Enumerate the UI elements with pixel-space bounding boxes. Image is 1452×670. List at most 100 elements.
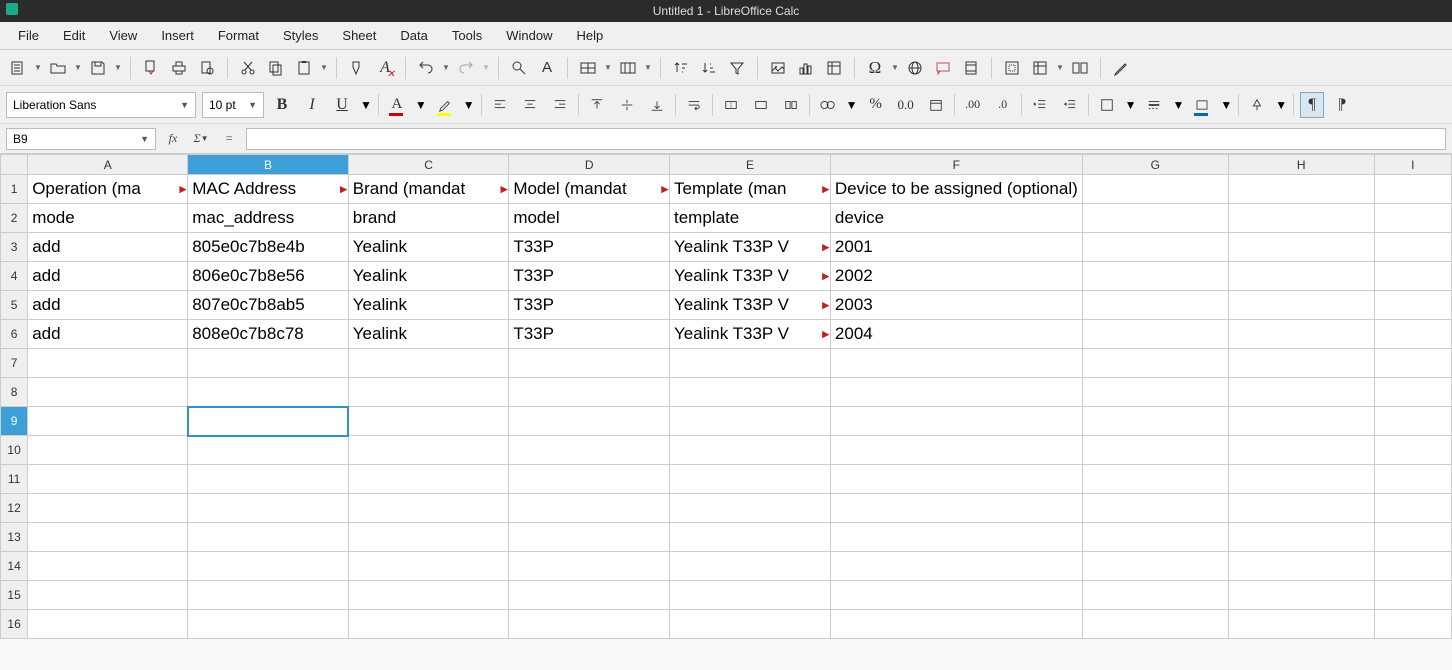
cell-E1[interactable]: Template (man▸ — [670, 175, 831, 204]
decrease-indent-button[interactable] — [1058, 92, 1082, 118]
align-left-button[interactable] — [488, 92, 512, 118]
cell-C14[interactable] — [348, 552, 509, 581]
cell-B4[interactable]: 806e0c7b8e56 — [188, 262, 349, 291]
cell-H3[interactable] — [1228, 233, 1374, 262]
find-icon[interactable] — [507, 56, 531, 80]
cell-I10[interactable] — [1374, 436, 1451, 465]
cell-C15[interactable] — [348, 581, 509, 610]
merge-center-button[interactable] — [749, 92, 773, 118]
cell-E14[interactable] — [670, 552, 831, 581]
row-header-5[interactable]: 5 — [1, 291, 28, 320]
cell-F1[interactable]: Device to be assigned (optional) — [830, 175, 1082, 204]
cell-B15[interactable] — [188, 581, 349, 610]
cell-H5[interactable] — [1228, 291, 1374, 320]
row-header-10[interactable]: 10 — [1, 436, 28, 465]
autofilter-fmt-button[interactable] — [1245, 92, 1269, 118]
cell-G10[interactable] — [1082, 436, 1228, 465]
cell-G14[interactable] — [1082, 552, 1228, 581]
cell-D16[interactable] — [509, 610, 670, 639]
cell-H1[interactable] — [1228, 175, 1374, 204]
column-header-E[interactable]: E — [670, 155, 831, 175]
cell-E10[interactable] — [670, 436, 831, 465]
cell-I9[interactable] — [1374, 407, 1451, 436]
row-icon[interactable] — [576, 56, 600, 80]
insert-image-icon[interactable] — [766, 56, 790, 80]
cell-A3[interactable]: add — [28, 233, 188, 262]
save-dropdown[interactable]: ▼ — [114, 63, 122, 72]
cell-I6[interactable] — [1374, 320, 1451, 349]
freeze-icon[interactable] — [1028, 56, 1052, 80]
border-color-button[interactable] — [1190, 92, 1214, 118]
copy-icon[interactable] — [264, 56, 288, 80]
column-header-F[interactable]: F — [830, 155, 1082, 175]
cell-I14[interactable] — [1374, 552, 1451, 581]
cell-G5[interactable] — [1082, 291, 1228, 320]
row-header-13[interactable]: 13 — [1, 523, 28, 552]
row-header-6[interactable]: 6 — [1, 320, 28, 349]
cut-icon[interactable] — [236, 56, 260, 80]
new-dropdown[interactable]: ▼ — [34, 63, 42, 72]
increase-indent-button[interactable] — [1028, 92, 1052, 118]
row-header-16[interactable]: 16 — [1, 610, 28, 639]
cell-A6[interactable]: add — [28, 320, 188, 349]
cell-A12[interactable] — [28, 494, 188, 523]
menu-tools[interactable]: Tools — [440, 24, 494, 47]
highlight-button[interactable] — [433, 92, 457, 118]
col-dropdown[interactable]: ▼ — [644, 63, 652, 72]
cell-B13[interactable] — [188, 523, 349, 552]
row-header-3[interactable]: 3 — [1, 233, 28, 262]
spreadsheet-grid[interactable]: ABCDEFGHI1Operation (ma▸MAC Address▸Bran… — [0, 154, 1452, 639]
autofilter-icon[interactable] — [725, 56, 749, 80]
cell-H2[interactable] — [1228, 204, 1374, 233]
row-header-9[interactable]: 9 — [1, 407, 28, 436]
cell-F5[interactable]: 2003 — [830, 291, 1082, 320]
cell-A10[interactable] — [28, 436, 188, 465]
align-vcenter-button[interactable] — [615, 92, 639, 118]
formula-input[interactable] — [246, 128, 1446, 150]
cell-C11[interactable] — [348, 465, 509, 494]
column-header-C[interactable]: C — [348, 155, 509, 175]
underline-dropdown[interactable]: ▼ — [360, 98, 372, 112]
name-box[interactable]: B9▼ — [6, 128, 156, 150]
cell-F8[interactable] — [830, 378, 1082, 407]
cell-F15[interactable] — [830, 581, 1082, 610]
cell-H15[interactable] — [1228, 581, 1374, 610]
row-header-2[interactable]: 2 — [1, 204, 28, 233]
cell-C4[interactable]: Yealink — [348, 262, 509, 291]
save-icon[interactable] — [86, 56, 110, 80]
cell-B9[interactable] — [188, 407, 349, 436]
cell-F9[interactable] — [830, 407, 1082, 436]
cell-C8[interactable] — [348, 378, 509, 407]
row-header-4[interactable]: 4 — [1, 262, 28, 291]
cell-G9[interactable] — [1082, 407, 1228, 436]
cell-D5[interactable]: T33P — [509, 291, 670, 320]
cell-E13[interactable] — [670, 523, 831, 552]
cell-I5[interactable] — [1374, 291, 1451, 320]
cell-G13[interactable] — [1082, 523, 1228, 552]
wrap-text-button[interactable] — [682, 92, 706, 118]
cell-G7[interactable] — [1082, 349, 1228, 378]
special-char-icon[interactable]: Ω — [863, 56, 887, 80]
undo-dropdown[interactable]: ▼ — [442, 63, 450, 72]
currency-button[interactable] — [816, 92, 840, 118]
cell-F3[interactable]: 2001 — [830, 233, 1082, 262]
border-style-button[interactable] — [1142, 92, 1166, 118]
col-icon[interactable] — [616, 56, 640, 80]
cell-E8[interactable] — [670, 378, 831, 407]
clear-format-icon[interactable]: A✕ — [373, 56, 397, 80]
cell-D15[interactable] — [509, 581, 670, 610]
cell-C3[interactable]: Yealink — [348, 233, 509, 262]
border-style-dropdown[interactable]: ▼ — [1172, 98, 1184, 112]
cell-H9[interactable] — [1228, 407, 1374, 436]
cell-F7[interactable] — [830, 349, 1082, 378]
define-print-area-icon[interactable] — [1000, 56, 1024, 80]
column-header-A[interactable]: A — [28, 155, 188, 175]
menu-data[interactable]: Data — [388, 24, 439, 47]
cell-F16[interactable] — [830, 610, 1082, 639]
paste-dropdown[interactable]: ▼ — [320, 63, 328, 72]
cell-H12[interactable] — [1228, 494, 1374, 523]
menu-styles[interactable]: Styles — [271, 24, 330, 47]
cell-H14[interactable] — [1228, 552, 1374, 581]
cell-D14[interactable] — [509, 552, 670, 581]
hyperlink-icon[interactable] — [903, 56, 927, 80]
